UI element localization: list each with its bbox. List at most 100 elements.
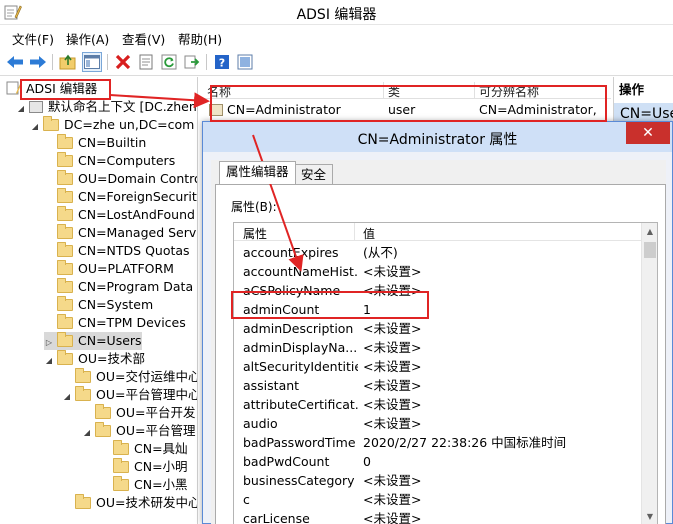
scroll-down-icon[interactable]: ▼ [642, 508, 657, 524]
attribute-value: 2020/2/27 22:38:26 中国标准时间 [363, 435, 567, 450]
help-icon[interactable]: ? [212, 52, 232, 72]
tab-attribute-editor[interactable]: 属性编辑器 [219, 161, 296, 184]
attribute-list-scrollbar[interactable]: ▲ ▼ [641, 223, 657, 524]
tree-item[interactable]: ◢ OU=平台管理 [82, 422, 195, 440]
folder-icon [57, 260, 73, 275]
folder-up-icon[interactable] [58, 52, 78, 72]
tree-item-label: OU=PLATFORM [78, 261, 174, 276]
table-row[interactable]: accountExpires (从不) [234, 243, 642, 262]
table-row[interactable]: attributeCertificat... <未设置> [234, 395, 642, 414]
table-row[interactable]: assistant <未设置> [234, 376, 642, 395]
list-header: 名称 类 可分辨名称 [201, 82, 611, 99]
tree-root-adsi-editor[interactable]: ADSI 编辑器 [6, 80, 97, 98]
attribute-name: aCSPolicyName [243, 283, 341, 298]
tree-expander-icon[interactable]: ◢ [62, 388, 72, 406]
tree-item[interactable]: CN=ForeignSecurit [44, 188, 197, 206]
tree-item[interactable]: OU=技术研发中心 [62, 494, 198, 512]
close-icon[interactable]: ✕ [626, 122, 670, 144]
tree-item[interactable]: CN=TPM Devices [44, 314, 186, 332]
folder-icon [57, 242, 73, 257]
tree-item[interactable]: CN=Builtin [44, 134, 146, 152]
export-list-icon[interactable] [182, 52, 202, 72]
tree-item-label: DC=zhe un,DC=com [64, 117, 195, 132]
tree-item[interactable]: CN=LostAndFound [44, 206, 195, 224]
forward-arrow-icon[interactable] [28, 52, 48, 72]
tree-item[interactable]: CN=Managed Serv [44, 224, 196, 242]
menu-action[interactable]: 操作(A) [66, 29, 109, 48]
column-value-header[interactable]: 值 [363, 225, 375, 242]
tree-item[interactable]: OU=PLATFORM [44, 260, 174, 278]
console-icon[interactable] [235, 52, 255, 72]
table-row[interactable]: badPasswordTime 2020/2/27 22:38:26 中国标准时间 [234, 433, 642, 452]
refresh-icon[interactable] [159, 52, 179, 72]
tree-item[interactable]: CN=Program Data [44, 278, 193, 296]
folder-icon [57, 296, 73, 311]
scroll-up-icon[interactable]: ▲ [642, 223, 657, 239]
navigation-tree[interactable]: ADSI 编辑器 ◢ 默认命名上下文 [DC.zhenyu ◢ DC=zhe un,D… [0, 77, 198, 524]
table-row[interactable]: badPwdCount 0 [234, 452, 642, 471]
window-titlebar: ADSI 编辑器 [0, 0, 673, 25]
menu-help[interactable]: 帮助(H) [178, 29, 222, 48]
properties-icon[interactable] [136, 52, 156, 72]
show-hide-tree-icon[interactable] [82, 52, 102, 72]
column-dn-header[interactable]: 可分辨名称 [479, 83, 539, 100]
table-row[interactable]: carLicense <未设置> [234, 509, 642, 524]
tree-item[interactable]: ◢ OU=技术部 [44, 350, 145, 368]
table-row[interactable]: aCSPolicyName <未设置> [234, 281, 642, 300]
column-name-header[interactable]: 名称 [207, 83, 231, 100]
tree-item[interactable]: ◢ DC=zhe un,DC=com [30, 116, 194, 134]
delete-icon[interactable] [113, 52, 133, 72]
table-row[interactable]: adminCount 1 [234, 300, 642, 319]
tree-item[interactable]: OU=Domain Contro [44, 170, 197, 188]
list-item[interactable]: CN=Administrator user CN=Administrator, [207, 101, 607, 119]
tree-item[interactable]: CN=小明 [100, 458, 188, 476]
back-arrow-icon[interactable] [5, 52, 25, 72]
attributes-label: 属性(B): [231, 200, 277, 214]
scrollbar-thumb[interactable] [644, 242, 656, 258]
attribute-list[interactable]: 属性 值 accountExpires (从不) accountNameHist..… [233, 222, 658, 524]
tree-item[interactable]: ▷ CN=Users [44, 332, 142, 350]
table-row[interactable]: adminDisplayNa... <未设置> [234, 338, 642, 357]
column-attribute-header[interactable]: 属性 [243, 225, 267, 242]
table-row[interactable]: audio <未设置> [234, 414, 642, 433]
tab-security[interactable]: 安全 [294, 164, 334, 184]
table-row[interactable]: adminDescription <未设置> [234, 319, 642, 338]
tree-item-label: CN=小黑 [134, 477, 188, 492]
folder-icon [113, 440, 129, 455]
tree-item-label: CN=Managed Serv [78, 225, 197, 240]
table-row[interactable]: accountNameHist... <未设置> [234, 262, 642, 281]
tree-item[interactable]: ◢ 默认命名上下文 [DC.zhenyu [16, 98, 197, 118]
column-class-header[interactable]: 类 [388, 83, 400, 100]
tree-expander-icon[interactable]: ◢ [16, 100, 26, 118]
tree-item[interactable]: CN=System [44, 296, 153, 314]
attribute-name: accountNameHist... [243, 264, 358, 279]
tree-item[interactable]: CN=小黑 [100, 476, 188, 494]
attribute-value: <未设置> [363, 473, 422, 488]
menu-view[interactable]: 查看(V) [122, 29, 165, 48]
tree-item-label: OU=技术部 [78, 351, 145, 366]
user-object-icon [209, 104, 223, 116]
folder-icon [57, 224, 73, 239]
tree-item[interactable]: CN=Computers [44, 152, 175, 170]
tree-item-label: CN=小明 [134, 459, 188, 474]
attribute-value: <未设置> [363, 416, 422, 431]
dialog-body: 属性编辑器 安全 属性(B): 属性 值 accountExpires (从不) a… [211, 160, 666, 524]
tree-item-label: OU=技术研发中心 [96, 495, 198, 510]
attribute-value: 0 [363, 454, 371, 469]
tree-expander-icon[interactable]: ◢ [44, 352, 54, 370]
attribute-value: <未设置> [363, 321, 422, 336]
tree-expander-icon[interactable]: ◢ [30, 118, 40, 136]
folder-icon [43, 116, 59, 131]
tree-expander-icon[interactable]: ◢ [82, 424, 92, 442]
tree-item[interactable]: CN=NTDS Quotas [44, 242, 190, 260]
attribute-name: adminDescription [243, 321, 354, 336]
table-row[interactable]: c <未设置> [234, 490, 642, 509]
tree-item[interactable]: OU=交付运维中心 [62, 368, 197, 386]
tree-item-label: CN=Builtin [78, 135, 147, 150]
tree-item[interactable]: ◢ OU=平台管理中心 [62, 386, 197, 406]
table-row[interactable]: altSecurityIdentities <未设置> [234, 357, 642, 376]
menu-file[interactable]: 文件(F) [12, 29, 54, 48]
tree-item[interactable]: OU=平台开发 [82, 404, 195, 422]
tree-item[interactable]: CN=具灿 [100, 440, 188, 458]
table-row[interactable]: businessCategory <未设置> [234, 471, 642, 490]
